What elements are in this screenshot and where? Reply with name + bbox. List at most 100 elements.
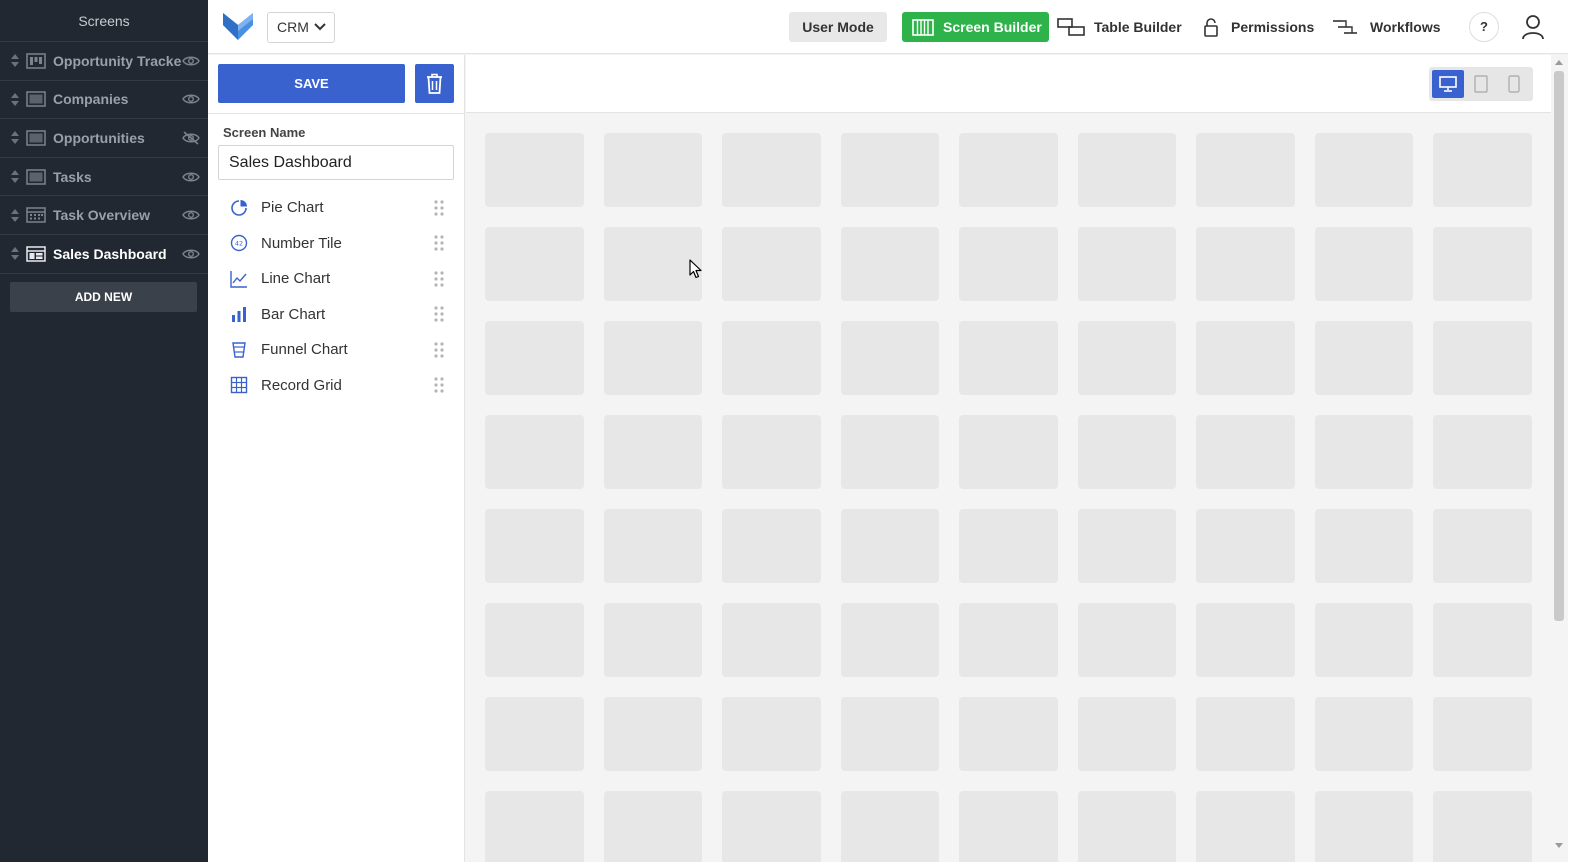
grid-cell[interactable] [1196, 415, 1295, 489]
widget-number-tile[interactable]: 42 Number Tile [218, 226, 454, 261]
grid-cell[interactable] [840, 791, 939, 862]
grid-cell[interactable] [603, 415, 702, 489]
grid-cell[interactable] [485, 791, 584, 862]
grid-cell[interactable] [1433, 133, 1532, 207]
grid-cell[interactable] [1433, 227, 1532, 301]
grid-cell[interactable] [1077, 509, 1176, 583]
drag-handle-icon[interactable] [434, 377, 444, 393]
app-select-dropdown[interactable]: CRM [267, 12, 335, 43]
grid-cell[interactable] [840, 697, 939, 771]
grid-cell[interactable] [1077, 791, 1176, 862]
permissions-button[interactable]: Permissions [1203, 12, 1314, 42]
user-mode-button[interactable]: User Mode [789, 12, 887, 42]
grid-cell[interactable] [722, 415, 821, 489]
grid-cell[interactable] [1433, 697, 1532, 771]
grid-cell[interactable] [1196, 227, 1295, 301]
screen-name-input[interactable] [218, 145, 454, 180]
sidebar-item-sales-dashboard[interactable]: Sales Dashboard [0, 235, 208, 274]
grid-cell[interactable] [722, 791, 821, 862]
grid-cell[interactable] [1077, 603, 1176, 677]
sidebar-item-task-overview[interactable]: Task Overview [0, 196, 208, 235]
grid-cell[interactable] [959, 509, 1058, 583]
grid-cell[interactable] [1433, 603, 1532, 677]
grid-cell[interactable] [603, 603, 702, 677]
reorder-handle-icon[interactable] [8, 170, 22, 184]
grid-cell[interactable] [1314, 133, 1413, 207]
grid-cell[interactable] [603, 791, 702, 862]
grid-cell[interactable] [1314, 697, 1413, 771]
grid-cell[interactable] [1196, 791, 1295, 862]
table-builder-button[interactable]: Table Builder [1057, 12, 1182, 42]
grid-cell[interactable] [1433, 415, 1532, 489]
grid-cell[interactable] [1433, 791, 1532, 862]
grid-cell[interactable] [1196, 321, 1295, 395]
grid-cell[interactable] [485, 415, 584, 489]
drag-handle-icon[interactable] [434, 270, 444, 287]
grid-cell[interactable] [1314, 415, 1413, 489]
widget-bar-chart[interactable]: Bar Chart [218, 297, 454, 332]
grid-cell[interactable] [722, 227, 821, 301]
grid-cell[interactable] [722, 697, 821, 771]
grid-cell[interactable] [840, 321, 939, 395]
grid-cell[interactable] [485, 509, 584, 583]
grid-cell[interactable] [840, 509, 939, 583]
reorder-handle-icon[interactable] [8, 208, 22, 222]
widget-record-grid[interactable]: Record Grid [218, 368, 454, 403]
vertical-scrollbar[interactable] [1551, 55, 1568, 862]
widget-pie-chart[interactable]: Pie Chart [218, 190, 454, 225]
scrollbar-thumb[interactable] [1554, 71, 1564, 621]
grid-cell[interactable] [959, 321, 1058, 395]
grid-cell[interactable] [485, 697, 584, 771]
grid-cell[interactable] [1196, 509, 1295, 583]
grid-cell[interactable] [485, 321, 584, 395]
grid-cell[interactable] [1314, 509, 1413, 583]
eye-icon[interactable] [182, 170, 200, 184]
drag-handle-icon[interactable] [434, 341, 444, 358]
eye-icon[interactable] [182, 54, 200, 68]
grid-cell[interactable] [959, 697, 1058, 771]
grid-cell[interactable] [722, 133, 821, 207]
mobile-view-button[interactable] [1498, 70, 1530, 98]
grid-cell[interactable] [1196, 697, 1295, 771]
grid-cell[interactable] [1314, 321, 1413, 395]
grid-cell[interactable] [1196, 133, 1295, 207]
help-button[interactable]: ? [1469, 12, 1499, 42]
grid-cell[interactable] [485, 133, 584, 207]
grid-cell[interactable] [1077, 697, 1176, 771]
grid-cell[interactable] [1077, 227, 1176, 301]
user-account-icon[interactable] [1521, 14, 1545, 40]
delete-button[interactable] [415, 64, 454, 103]
scroll-down-arrow-icon[interactable] [1555, 843, 1563, 848]
grid-cell[interactable] [603, 697, 702, 771]
grid-cell[interactable] [603, 509, 702, 583]
workflows-button[interactable]: Workflows [1332, 12, 1441, 42]
reorder-handle-icon[interactable] [8, 92, 22, 106]
widget-line-chart[interactable]: Line Chart [218, 261, 454, 296]
reorder-handle-icon[interactable] [8, 247, 22, 261]
grid-cell[interactable] [1433, 509, 1532, 583]
grid-cell[interactable] [1314, 227, 1413, 301]
grid-cell[interactable] [840, 227, 939, 301]
grid-cell[interactable] [959, 415, 1058, 489]
app-logo[interactable] [222, 11, 254, 41]
widget-funnel-chart[interactable]: Funnel Chart [218, 332, 454, 367]
grid-cell[interactable] [840, 603, 939, 677]
reorder-handle-icon[interactable] [8, 54, 22, 68]
grid-cell[interactable] [485, 603, 584, 677]
sidebar-item-opportunities[interactable]: Opportunities [0, 119, 208, 158]
grid-cell[interactable] [959, 603, 1058, 677]
save-button[interactable]: SAVE [218, 64, 405, 103]
eye-off-icon[interactable] [182, 131, 200, 145]
grid-cell[interactable] [722, 603, 821, 677]
eye-icon[interactable] [182, 247, 200, 261]
drag-handle-icon[interactable] [434, 235, 444, 251]
grid-cell[interactable] [603, 321, 702, 395]
grid-cell[interactable] [840, 415, 939, 489]
grid-cell[interactable] [1314, 603, 1413, 677]
sidebar-item-tasks[interactable]: Tasks [0, 158, 208, 197]
grid-cell[interactable] [959, 227, 1058, 301]
grid-cell[interactable] [1433, 321, 1532, 395]
reorder-handle-icon[interactable] [8, 131, 22, 145]
grid-cell[interactable] [1314, 791, 1413, 862]
grid-cell[interactable] [603, 133, 702, 207]
